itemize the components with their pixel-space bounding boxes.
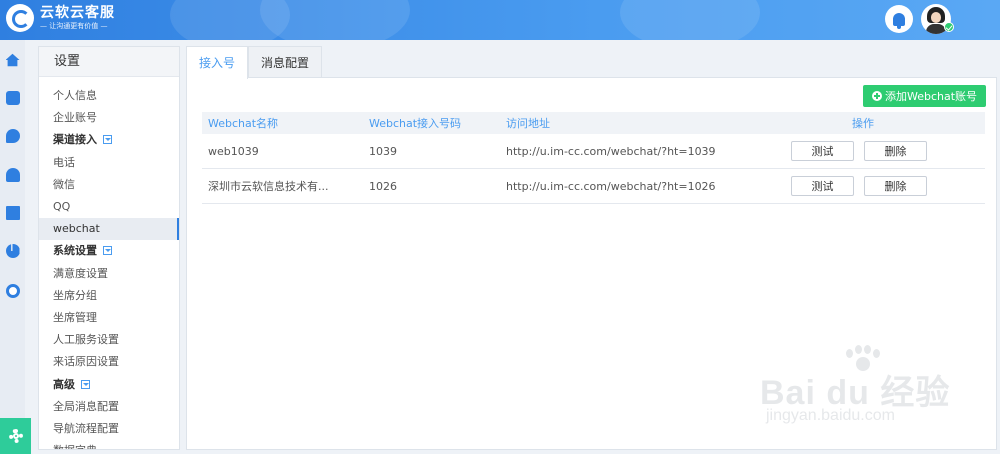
add-webchat-account-label: 添加Webchat账号 bbox=[884, 90, 978, 103]
tab-bar: 接入号 消息配置 bbox=[186, 46, 323, 79]
table-row: web1039 1039 http://u.im-cc.com/webchat/… bbox=[202, 134, 985, 169]
app-logo[interactable]: 云软云客服 — 让沟通更有价值 — bbox=[6, 4, 115, 32]
sidebar-item-label: 微信 bbox=[53, 177, 75, 191]
cell-url: http://u.im-cc.com/webchat/?ht=1039 bbox=[506, 144, 716, 158]
chevron-down-icon bbox=[103, 246, 112, 256]
sidebar-item[interactable]: 满意度设置 bbox=[39, 263, 179, 285]
sidebar-item-label: webchat bbox=[53, 222, 100, 236]
add-webchat-account-button[interactable]: 添加Webchat账号 bbox=[863, 85, 986, 107]
phone-icon bbox=[5, 91, 20, 105]
plus-circle-icon bbox=[871, 91, 882, 101]
sidebar-item-label: 个人信息 bbox=[53, 89, 97, 102]
logo-mark-icon bbox=[6, 4, 34, 32]
sidebar-item[interactable]: 坐席分组 bbox=[39, 285, 179, 307]
sidebar-item-label: 系统设置 bbox=[53, 244, 97, 258]
sidebar-title: 设置 bbox=[39, 47, 179, 77]
column-header-number: Webchat接入号码 bbox=[369, 117, 462, 130]
sidebar-item-label: 渠道接入 bbox=[53, 133, 97, 147]
pie-chart-icon bbox=[5, 244, 20, 258]
sidebar-item-label: 人工服务设置 bbox=[53, 333, 119, 347]
sidebar-group-header[interactable]: 系统设置 bbox=[39, 240, 179, 262]
sidebar-group-header[interactable]: 高级 bbox=[39, 374, 179, 396]
rail-home-button[interactable] bbox=[0, 48, 25, 72]
logo-title: 云软云客服 bbox=[40, 5, 115, 21]
sidebar-item[interactable]: QQ bbox=[39, 196, 179, 218]
table-header: Webchat名称 Webchat接入号码 访问地址 操作 bbox=[202, 112, 985, 134]
bell-icon bbox=[893, 12, 905, 29]
column-header-actions: 操作 bbox=[852, 117, 874, 130]
sidebar-item[interactable]: 数据字典 bbox=[39, 440, 179, 449]
sidebar-group-header[interactable]: 渠道接入 bbox=[39, 129, 179, 151]
sidebar-item[interactable]: 电话 bbox=[39, 152, 179, 174]
sidebar-item[interactable]: 导航流程配置 bbox=[39, 418, 179, 440]
chevron-down-icon bbox=[81, 379, 90, 389]
sidebar-item-label: 全局消息配置 bbox=[53, 399, 119, 413]
baidu-jingyan-watermark: Bai du 经验 jingyan.baidu.com bbox=[760, 345, 990, 435]
sidebar-item-label: 数据字典 bbox=[53, 444, 97, 449]
table-row: 深圳市云软信息技术有... 1026 http://u.im-cc.com/we… bbox=[202, 169, 985, 204]
tab-access-number[interactable]: 接入号 bbox=[186, 46, 249, 79]
gauge-icon bbox=[5, 284, 20, 298]
header-cloud-decoration bbox=[260, 0, 410, 40]
chat-icon bbox=[5, 129, 20, 143]
sidebar-item-label: 电话 bbox=[53, 155, 75, 169]
settings-sidebar: 设置 个人信息企业账号渠道接入电话微信 QQ webchat 系统设置满意度设置坐席分… bbox=[38, 46, 180, 450]
cell-name: web1039 bbox=[208, 144, 259, 158]
test-button[interactable]: 测试 bbox=[791, 141, 854, 161]
watermark-url: jingyan.baidu.com bbox=[766, 407, 895, 424]
delete-button[interactable]: 删除 bbox=[864, 176, 927, 196]
sidebar-item[interactable]: 全局消息配置 bbox=[39, 396, 179, 418]
header-cloud-decoration bbox=[620, 0, 760, 40]
test-button[interactable]: 测试 bbox=[791, 176, 854, 196]
tab-message-config[interactable]: 消息配置 bbox=[248, 46, 323, 78]
sidebar-item-label: QQ bbox=[53, 200, 71, 213]
top-header: 云软云客服 — 让沟通更有价值 — bbox=[0, 0, 1000, 40]
sidebar-item[interactable]: webchat bbox=[39, 218, 179, 241]
rail-list-button[interactable] bbox=[0, 201, 25, 225]
rail-monitor-button[interactable] bbox=[0, 279, 25, 303]
column-header-name: Webchat名称 bbox=[208, 117, 279, 130]
sidebar-item[interactable]: 坐席管理 bbox=[39, 307, 179, 329]
rail-chat-button[interactable] bbox=[0, 124, 25, 148]
webchat-table: Webchat名称 Webchat接入号码 访问地址 操作 web1039 10… bbox=[202, 112, 985, 204]
cell-number: 1026 bbox=[369, 179, 397, 193]
column-header-url: 访问地址 bbox=[506, 117, 550, 130]
sidebar-item[interactable]: 微信 bbox=[39, 174, 179, 196]
sidebar-item-label: 企业账号 bbox=[53, 111, 97, 125]
sidebar-item-label: 高级 bbox=[53, 377, 75, 391]
cell-name: 深圳市云软信息技术有... bbox=[208, 180, 329, 193]
gear-icon bbox=[8, 429, 23, 443]
sidebar-item[interactable]: 企业账号 bbox=[39, 107, 179, 129]
logo-slogan: — 让沟通更有价值 — bbox=[40, 22, 108, 30]
sidebar-item-label: 导航流程配置 bbox=[53, 422, 119, 435]
delete-button[interactable]: 删除 bbox=[864, 141, 927, 161]
rail-report-button[interactable] bbox=[0, 239, 25, 263]
list-icon bbox=[5, 206, 20, 220]
sidebar-item-label: 坐席分组 bbox=[53, 288, 97, 302]
sidebar-item[interactable]: 个人信息 bbox=[39, 85, 179, 107]
sidebar-item[interactable]: 人工服务设置 bbox=[39, 329, 179, 351]
rail-users-button[interactable] bbox=[0, 163, 25, 187]
cell-url: http://u.im-cc.com/webchat/?ht=1026 bbox=[506, 179, 716, 193]
home-icon bbox=[5, 53, 20, 67]
sidebar-item-label: 满意度设置 bbox=[53, 266, 108, 280]
sidebar-item-label: 来话原因设置 bbox=[53, 355, 119, 369]
chevron-down-icon bbox=[103, 135, 112, 145]
online-status-icon bbox=[944, 22, 954, 32]
icon-rail bbox=[0, 40, 31, 454]
rail-settings-button[interactable] bbox=[0, 418, 31, 454]
sidebar-item-label: 坐席管理 bbox=[53, 311, 97, 324]
cell-number: 1039 bbox=[369, 144, 397, 158]
users-icon bbox=[5, 168, 20, 182]
notification-bell-button[interactable] bbox=[885, 5, 913, 33]
sidebar-item[interactable]: 来话原因设置 bbox=[39, 351, 179, 373]
rail-phone-button[interactable] bbox=[0, 86, 25, 110]
